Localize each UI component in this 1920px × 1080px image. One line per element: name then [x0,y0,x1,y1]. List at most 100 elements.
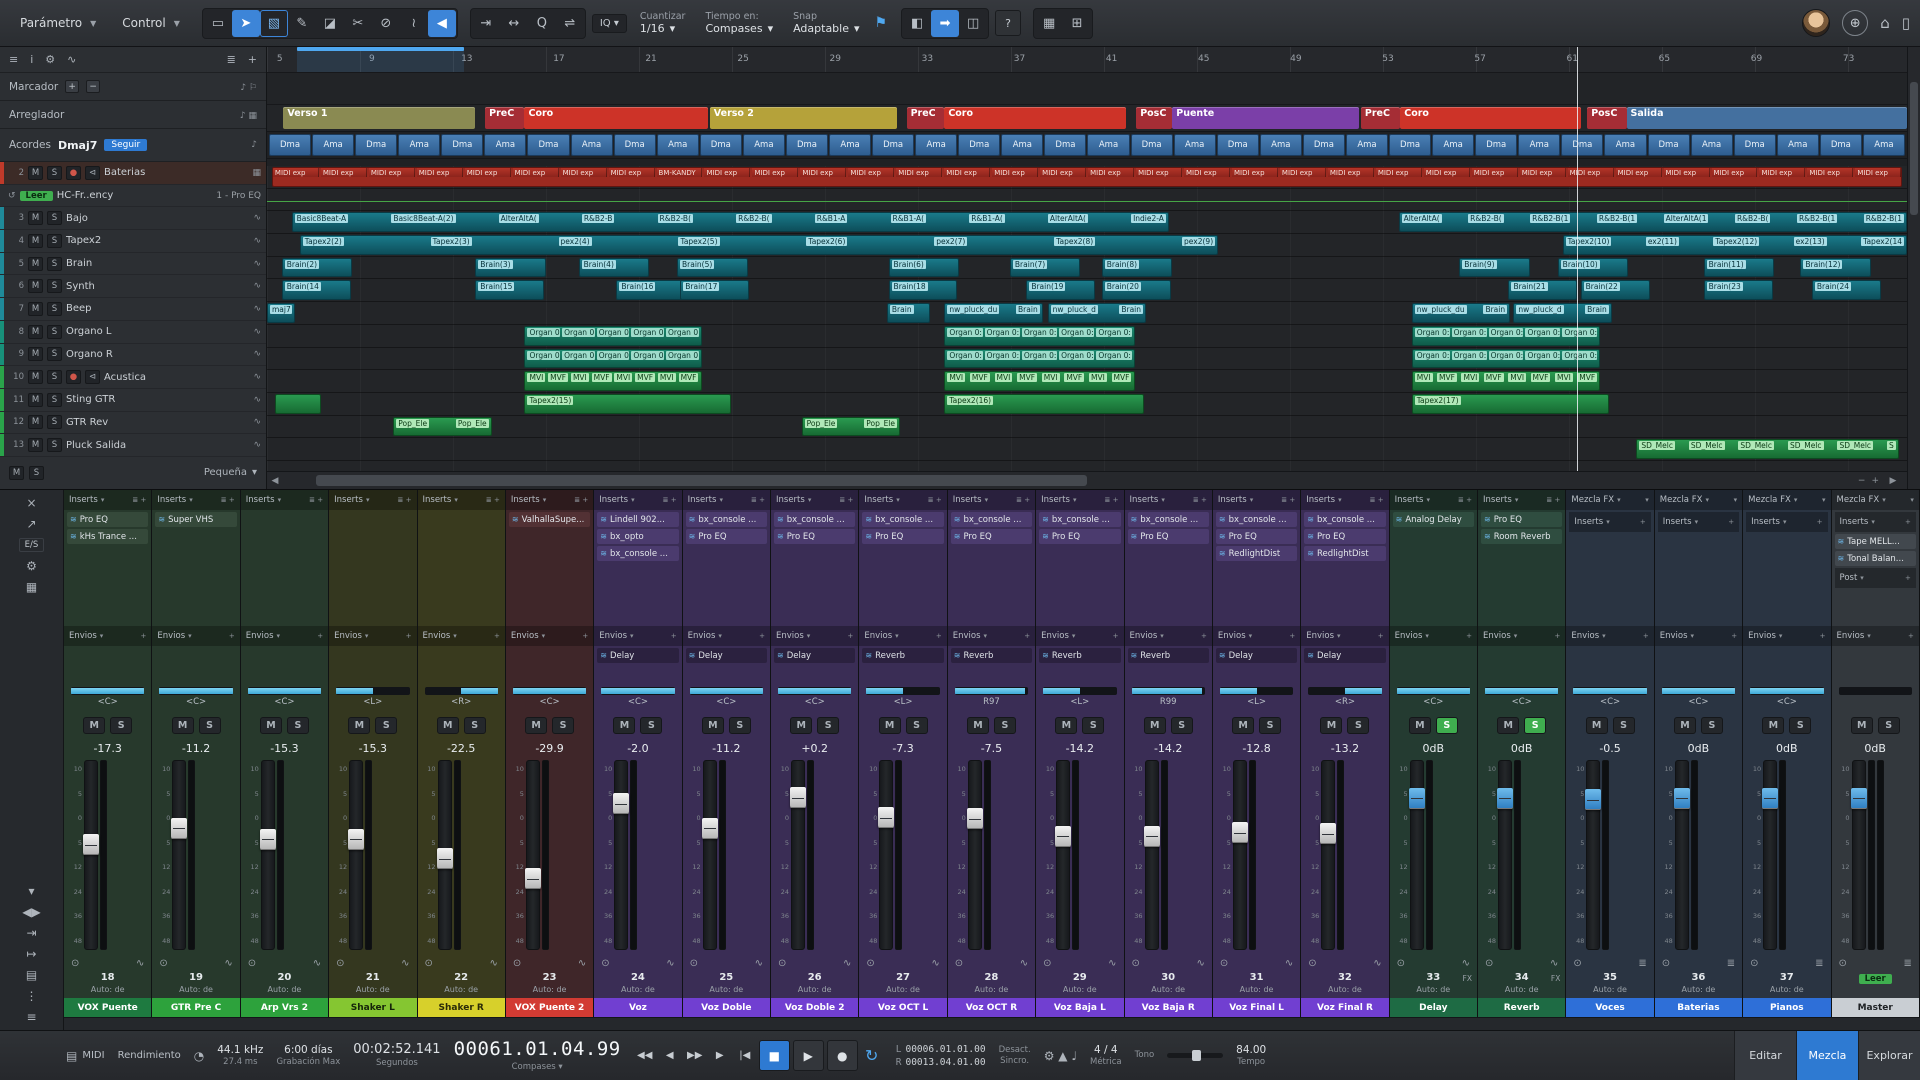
pan-slider[interactable] [425,687,498,695]
add-icon[interactable]: + [406,632,412,640]
add-view-icon[interactable]: ⊞ [1063,10,1091,37]
chord-cell[interactable]: Dma [1303,134,1345,156]
track-header[interactable]: 13MSPluck Salida∿ [0,434,266,457]
split-view-icon[interactable]: ◫ [959,10,987,37]
volume-value[interactable]: -22.5 [418,738,505,758]
solo-button[interactable]: S [47,393,62,407]
fader-track[interactable] [261,760,275,950]
add-icon[interactable]: ≣ + [1281,496,1295,504]
fader-track[interactable] [1321,760,1335,950]
sends-area[interactable]: ≋Reverb [859,646,946,684]
inserts-area[interactable]: ≋bx_console ...≋Pro EQ [683,510,770,626]
volume-value[interactable]: -7.5 [948,738,1035,758]
pan-value[interactable]: <L> [1036,697,1123,712]
chord-cell[interactable]: Dma [786,134,828,156]
arranger-section[interactable]: Coro [1400,107,1580,129]
clip[interactable]: Brain(22 [1581,280,1650,300]
track-lane[interactable]: Brain(2)Brain(3)Brain(4)Brain(5)Brain(6)… [267,257,1907,280]
insert-slot[interactable]: ≋bx_console ... [1216,512,1297,527]
sends-header[interactable]: Envios▾+ [1478,626,1565,646]
marker-flag-icon[interactable]: ⚑ [875,15,888,31]
send-power-icon[interactable]: ≋ [689,651,696,660]
cloud-icon[interactable]: ⊕ [1842,10,1868,36]
mute-button[interactable]: M [28,438,43,452]
clip[interactable]: Organ 0:Organ 0:Organ 0:Organ 0:Organ 0: [524,326,701,346]
pan-knob-icon[interactable]: ⊙ [778,958,786,969]
snap-select[interactable]: Snap Adaptable▾ [786,11,866,36]
insert-slot[interactable]: ≋bx_console ... [1304,512,1385,527]
solo-button[interactable]: S [47,370,62,384]
volume-value[interactable]: 0dB [1743,738,1830,758]
channel-strip[interactable]: Inserts▾≣ +≋Pro EQ≋kHs Trance ...Envios▾… [64,490,152,1017]
fader-cap[interactable] [1585,789,1601,810]
arranger-track-row[interactable]: Arreglador ♪ ▦ [0,101,266,129]
insert-slot[interactable]: ≋ValhallaSupe... [509,512,590,527]
add-icon[interactable]: + [494,632,500,640]
track-lane[interactable]: Tapex2(15)Tapex2(16)Tapex2(17) [267,393,1907,416]
pan-slider[interactable] [690,687,763,695]
volume-value[interactable]: 0dB [1390,738,1477,758]
eraser-tool[interactable]: ◪ [316,10,344,37]
channel-strip[interactable]: Inserts▾≣ +≋Analog DelayEnvios▾+<C>MS0dB… [1390,490,1478,1017]
autoscroll-page-icon[interactable]: ◧ [903,10,931,37]
add-icon[interactable]: ▾ [1910,496,1914,504]
plugin-power-icon[interactable]: ≋ [1307,549,1314,558]
pan-slider[interactable] [248,687,321,695]
midi-clip-segment[interactable]: MIDI exp [1280,168,1326,177]
ruler-tick[interactable]: 33 [922,54,933,64]
pan-slider[interactable] [513,687,586,695]
track-header[interactable]: 2MS●⊲Baterias▦ [0,162,266,185]
insert-slot[interactable]: ≋Pro EQ [774,529,855,544]
help-button[interactable]: ? [995,10,1021,36]
pan-value[interactable]: <L> [1213,697,1300,712]
pan-slider[interactable] [778,687,851,695]
mute-button[interactable]: M [1497,717,1519,734]
mix-fx-header[interactable]: Mezcla FX▾▾ [1743,490,1830,510]
channel-name[interactable]: Shaker L [329,998,416,1017]
chord-cell[interactable]: Ama [484,134,526,156]
ruler-tick[interactable]: 69 [1751,54,1762,64]
sends-header[interactable]: Envios▾+ [1036,626,1123,646]
post-header[interactable]: Post▾+ [1835,568,1916,588]
clip[interactable]: Brain(7) [1010,258,1081,278]
automation-mode[interactable]: Auto: de [1036,985,1123,998]
mute-button[interactable]: M [28,393,43,407]
chord-follow-button[interactable]: Seguir [104,139,147,151]
volume-value[interactable]: -0.5 [1566,738,1653,758]
record-arm-button[interactable]: ● [66,370,81,384]
add-icon[interactable]: + [1905,574,1911,582]
insert-slot[interactable]: ≋bx_console ... [862,512,943,527]
clip[interactable]: Brain(5) [677,258,748,278]
mute-button[interactable]: M [1762,717,1784,734]
ruler-tick[interactable]: 57 [1474,54,1485,64]
panel-toggle-icon[interactable]: ▯ [1902,14,1910,32]
sends-area[interactable]: ≋Reverb [948,646,1035,684]
automation-mode[interactable]: Auto: de [594,985,681,998]
insert-slot[interactable]: ≋kHs Trance ... [67,529,148,544]
volume-value[interactable]: -14.2 [1036,738,1123,758]
fader-track[interactable] [349,760,363,950]
inserts-area[interactable]: Inserts▾+ [1743,510,1830,626]
sends-header[interactable]: Envios▾+ [771,626,858,646]
pan-value[interactable]: <C> [1478,697,1565,712]
channel-name[interactable]: Master [1832,998,1919,1017]
mute-button[interactable]: M [879,717,901,734]
add-icon[interactable]: ≣ + [221,496,235,504]
channel-name[interactable]: Delay [1390,998,1477,1017]
automation-mode[interactable]: Auto: de [683,985,770,998]
midi-clip-segment[interactable]: MIDI exp [1472,168,1518,177]
track-lane[interactable]: maj7Brainnw_pluck_duBrainnw_pluck_dBrain… [267,302,1907,325]
fader-track[interactable] [1852,760,1866,950]
chord-cell[interactable]: Dma [1044,134,1086,156]
ruler-tick[interactable]: 41 [1106,54,1117,64]
inserts-header[interactable]: Inserts▾≣ + [1478,490,1565,510]
marker-lane[interactable] [267,73,1907,105]
mute-button[interactable]: M [28,234,43,248]
volume-value[interactable]: -17.3 [64,738,151,758]
channel-name[interactable]: Voz Final L [1213,998,1300,1017]
sends-area[interactable] [1832,646,1919,684]
inserts-header[interactable]: Inserts▾≣ + [683,490,770,510]
send-power-icon[interactable]: ≋ [954,651,961,660]
pan-knob-icon[interactable]: ⊙ [71,958,79,969]
chord-cell[interactable]: Dma [1734,134,1776,156]
